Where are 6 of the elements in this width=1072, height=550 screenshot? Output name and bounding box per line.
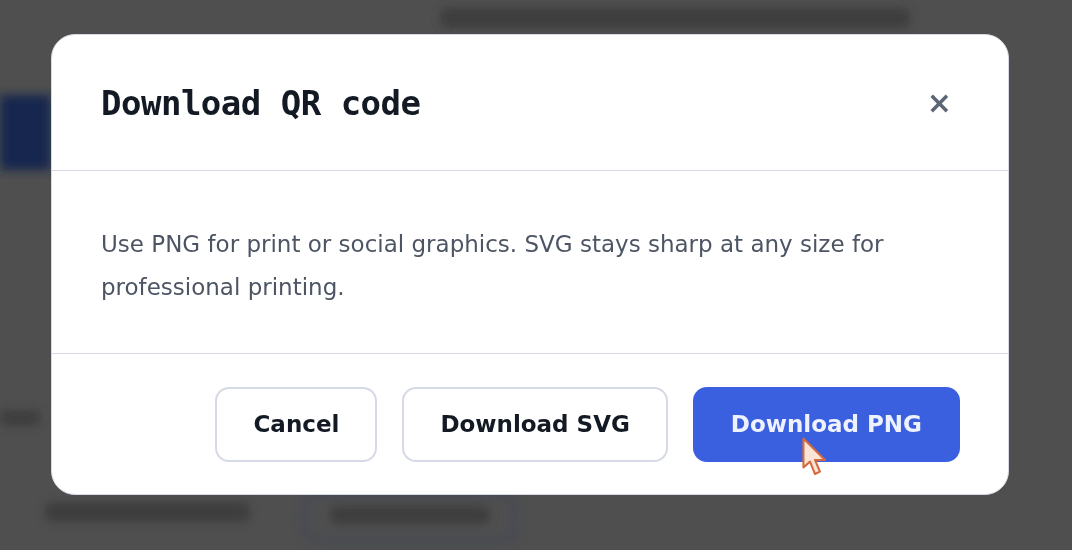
cancel-button[interactable]: Cancel [215, 386, 378, 462]
dialog-title: Download QR code [101, 82, 421, 123]
dialog-message: Use PNG for print or social graphics. SVG stays sharp at any size for professional printing. [101, 230, 885, 302]
close-button[interactable]: × [926, 87, 952, 118]
download-button[interactable]: Download SVG [402, 386, 668, 462]
download-button[interactable]: Download PNG [692, 386, 960, 462]
